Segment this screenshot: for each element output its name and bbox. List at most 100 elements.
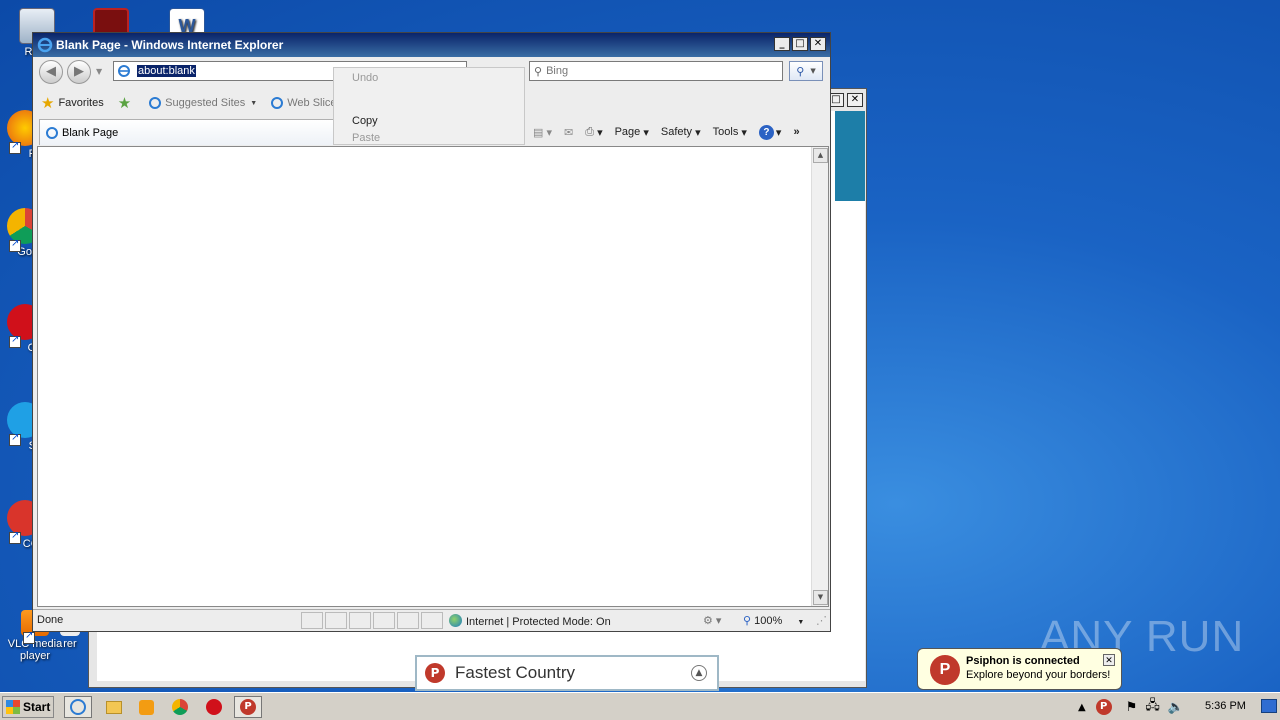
- status-cell: [325, 612, 347, 629]
- scroll-down-icon[interactable]: ▼: [813, 590, 828, 605]
- taskbar-opera-button[interactable]: [200, 696, 228, 718]
- globe-icon: [449, 614, 462, 627]
- status-cell: [373, 612, 395, 629]
- shortcut-arrow-icon: [9, 140, 21, 154]
- menu-item-copy[interactable]: Copy: [352, 115, 378, 127]
- favorites-label: Favorites: [58, 97, 104, 109]
- search-icon: ⚲: [534, 65, 543, 78]
- suggested-sites-label: Suggested Sites: [165, 97, 246, 109]
- zoom-control[interactable]: ⚲ 100% ▼: [743, 614, 804, 627]
- media-player-icon: [138, 699, 154, 715]
- chevron-down-icon: ▼: [810, 67, 816, 75]
- tools-menu[interactable]: Tools ▾: [713, 126, 747, 139]
- show-hidden-icons-icon[interactable]: ▲: [1078, 702, 1086, 713]
- page-menu[interactable]: Page ▾: [615, 126, 649, 139]
- notification-balloon[interactable]: P Psiphon is connected Explore beyond yo…: [917, 648, 1122, 690]
- zoom-level: 100%: [754, 615, 783, 627]
- forward-button[interactable]: ▶: [67, 60, 91, 84]
- ie-icon: [37, 37, 53, 53]
- chevron-down-icon: ▼: [797, 619, 805, 626]
- psiphon-logo-icon: P: [930, 655, 960, 685]
- safety-menu-label: Safety: [660, 126, 693, 138]
- zone-label: Internet | Protected Mode: On: [466, 616, 611, 628]
- shortcut-arrow-icon: [9, 334, 21, 348]
- ie-icon: [271, 97, 284, 109]
- opera-icon: [206, 699, 222, 715]
- feeds-icon[interactable]: ▤ ▾: [533, 126, 552, 139]
- status-cell: [349, 612, 371, 629]
- ie-icon: [70, 699, 86, 715]
- search-button[interactable]: ⚲ ▼: [789, 61, 823, 81]
- taskbar-explorer-button[interactable]: [100, 696, 128, 718]
- status-cell: [421, 612, 443, 629]
- system-tray: ▲ P ⚑ 🖧 🔈: [1078, 696, 1184, 718]
- zoom-icon: ⚲: [743, 615, 752, 627]
- psiphon-header-band: [835, 111, 865, 201]
- taskbar: Start P ▲ P ⚑ 🖧 🔈 5:36 PM: [0, 692, 1280, 720]
- psiphon-logo-icon: P: [425, 663, 445, 683]
- shortcut-arrow-icon: [9, 238, 21, 252]
- print-button[interactable]: ⎙ ▾: [585, 126, 602, 139]
- start-label: Start: [23, 700, 51, 714]
- chevron-up-icon[interactable]: ▲: [691, 665, 707, 681]
- help-menu[interactable]: ? ▾: [758, 124, 781, 140]
- vertical-scrollbar[interactable]: ▲ ▼: [811, 147, 828, 606]
- balloon-text: Explore beyond your borders!: [966, 669, 1111, 681]
- status-text: Done: [37, 614, 64, 626]
- minimize-button[interactable]: _: [774, 37, 790, 51]
- balloon-title: Psiphon is connected: [966, 655, 1080, 667]
- taskbar-ie-button[interactable]: [64, 696, 92, 718]
- resize-grip-icon[interactable]: ⋰: [816, 614, 827, 627]
- windows-logo-icon: [6, 700, 20, 714]
- safety-menu[interactable]: Safety ▾: [661, 126, 701, 139]
- address-input[interactable]: about:blank: [137, 65, 196, 77]
- ie-page-icon: [118, 65, 130, 77]
- network-icon[interactable]: 🖧: [1145, 696, 1160, 718]
- menu-item-paste[interactable]: Paste: [352, 132, 380, 144]
- search-placeholder: Bing: [546, 65, 569, 77]
- add-favorite-icon: ★: [117, 95, 132, 112]
- menu-item-undo[interactable]: Undo: [352, 72, 378, 84]
- page-viewport[interactable]: ▲ ▼: [37, 146, 829, 607]
- ie-icon: [46, 126, 58, 139]
- title-bar[interactable]: Blank Page - Windows Internet Explorer _…: [33, 33, 830, 57]
- chrome-icon: [172, 699, 188, 715]
- show-desktop-button[interactable]: [1261, 699, 1277, 713]
- psiphon-tray-icon[interactable]: P: [1095, 699, 1112, 715]
- tools-menu-label: Tools: [712, 126, 739, 138]
- security-zone[interactable]: Internet | Protected Mode: On: [449, 614, 611, 628]
- tab-title: Blank Page: [62, 126, 119, 139]
- folder-icon: [106, 700, 122, 714]
- start-button[interactable]: Start: [2, 696, 54, 718]
- psiphon-logo-icon: P: [240, 699, 256, 715]
- add-to-favorites-bar-button[interactable]: ★: [118, 94, 135, 112]
- maximize-button[interactable]: □: [792, 37, 808, 51]
- star-icon: ★: [41, 95, 55, 112]
- search-input[interactable]: ⚲ Bing: [529, 61, 783, 81]
- back-button[interactable]: ◀: [39, 60, 63, 84]
- close-button[interactable]: ✕: [847, 93, 863, 107]
- scroll-up-icon[interactable]: ▲: [813, 148, 828, 163]
- action-center-flag-icon[interactable]: ⚑: [1126, 700, 1138, 715]
- status-cell: [301, 612, 323, 629]
- taskbar-psiphon-button[interactable]: P: [234, 696, 262, 718]
- taskbar-chrome-button[interactable]: [166, 696, 194, 718]
- ie-window[interactable]: Blank Page - Windows Internet Explorer _…: [32, 32, 831, 632]
- close-button[interactable]: ✕: [810, 37, 826, 51]
- suggested-sites-link[interactable]: Suggested Sites ▼: [149, 97, 257, 109]
- help-icon: ?: [758, 124, 774, 140]
- clock[interactable]: 5:36 PM: [1205, 700, 1246, 712]
- more-commands-icon[interactable]: »: [793, 126, 799, 138]
- taskbar-media-player-button[interactable]: [132, 696, 160, 718]
- read-mail-icon[interactable]: ✉: [564, 126, 573, 139]
- volume-icon[interactable]: 🔈: [1168, 700, 1184, 715]
- close-icon[interactable]: ✕: [1103, 654, 1115, 666]
- ie-icon: [149, 97, 162, 109]
- favorites-button[interactable]: ★ Favorites: [41, 94, 104, 112]
- shortcut-arrow-icon: [9, 432, 21, 446]
- fastest-country-selector[interactable]: P Fastest Country ▲: [415, 655, 719, 691]
- protected-mode-icon[interactable]: ⚙ ▾: [703, 614, 721, 627]
- context-menu: Undo Copy Paste: [333, 67, 525, 145]
- tab-blank-page[interactable]: Blank Page: [39, 119, 335, 145]
- history-dropdown-icon[interactable]: ▼: [96, 67, 102, 76]
